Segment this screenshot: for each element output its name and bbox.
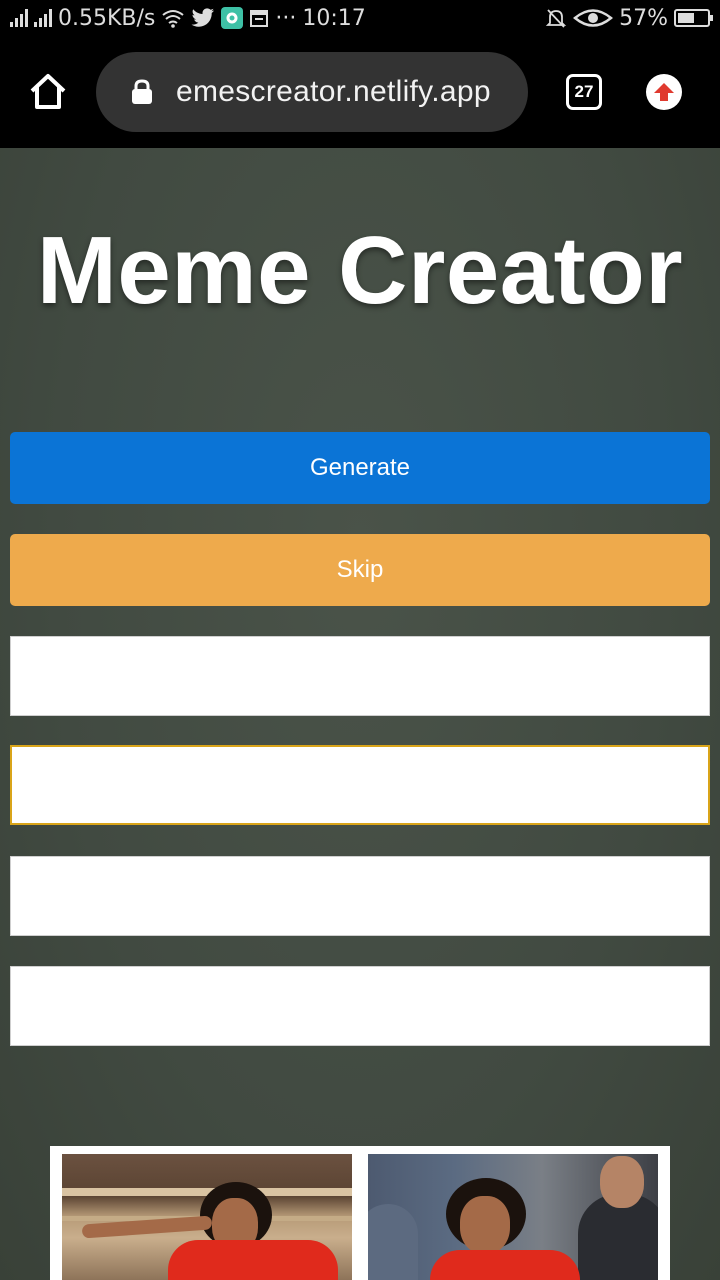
home-button[interactable] [28,72,68,112]
meme-image-right [368,1154,658,1280]
page-title: Meme Creator [36,217,684,324]
wifi-icon [161,8,185,28]
network-speed: 0.55KB/s [58,5,156,31]
caption-field-4[interactable] [10,966,710,1046]
caption-field-1[interactable] [10,636,710,716]
upload-arrow-icon [654,83,674,101]
clock: 10:17 [302,5,366,31]
battery-fill [678,13,694,23]
twitter-icon [191,8,215,28]
home-icon [30,74,66,109]
browser-toolbar: emescreator.netlify.app 27 [0,36,720,148]
status-left: 0.55KB/s ··· 10:17 [10,6,366,31]
generate-button[interactable]: Generate [10,432,710,504]
signal-icon [10,9,28,27]
status-bar: 0.55KB/s ··· 10:17 57% [0,0,720,36]
meme-preview [50,1146,670,1280]
update-button[interactable] [646,74,682,110]
caption-field-2[interactable] [10,745,710,825]
signal-icon [34,9,52,27]
app-notification-icon [221,7,244,29]
url-text: emescreator.netlify.app [176,75,491,108]
status-right: 57% [545,5,713,31]
lock-icon [130,79,154,105]
page-content: Meme Creator Generate Skip [0,148,720,1280]
battery-percent: 57% [619,5,668,31]
skip-button[interactable]: Skip [10,534,710,606]
tab-switcher-button[interactable]: 27 [566,74,602,110]
calendar-icon [249,8,269,28]
silent-bell-icon [545,7,567,29]
address-bar[interactable]: emescreator.netlify.app [96,52,528,132]
eye-icon [573,7,614,29]
battery-icon [674,9,713,27]
caption-field-3[interactable] [10,856,710,936]
more-notifications: ··· [275,5,297,31]
meme-image-left [62,1154,352,1280]
